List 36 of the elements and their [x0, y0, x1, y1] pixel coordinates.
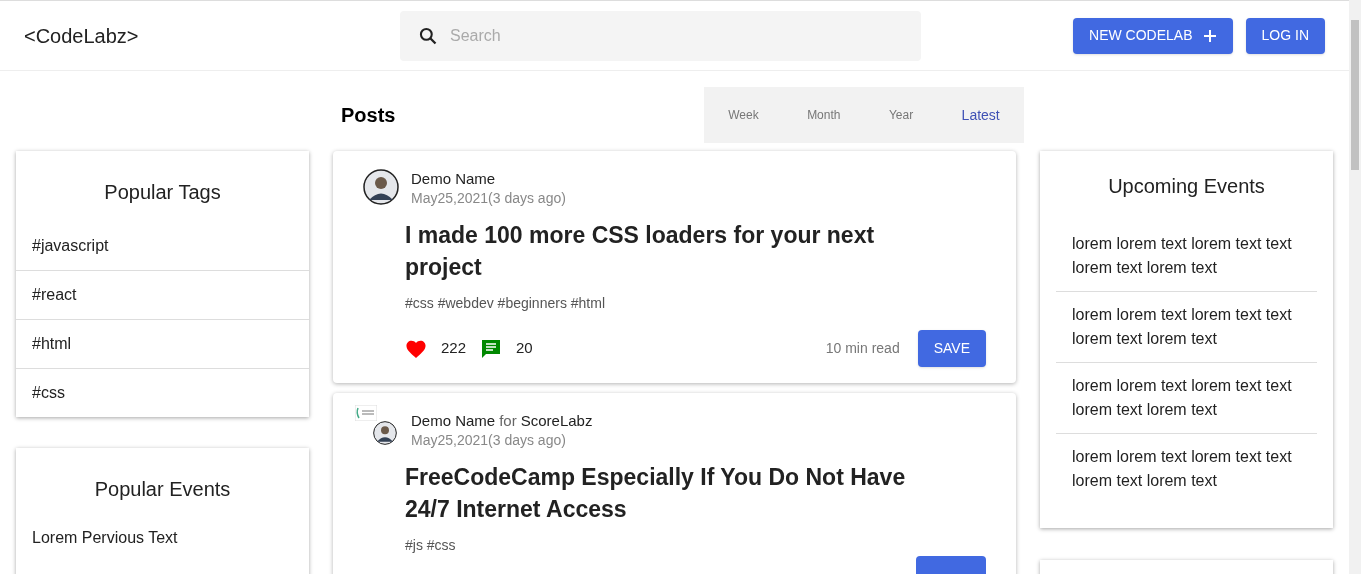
search-input[interactable]: Search	[450, 23, 903, 48]
filter-tab[interactable]: Month	[807, 106, 841, 124]
post-tags: #css #webdev #beginners #html	[405, 293, 986, 314]
search-field[interactable]: Search	[400, 10, 921, 61]
save-button[interactable]: SAVE	[917, 330, 986, 367]
new-codelab-button[interactable]: NEW CODELAB	[1073, 17, 1233, 54]
tag-item[interactable]: #javascript	[16, 221, 309, 270]
filter-tab[interactable]: Year	[888, 106, 914, 124]
post-tags: #js #css	[405, 535, 986, 556]
author-name[interactable]: Demo Name	[411, 411, 496, 431]
tag-item[interactable]: #html	[16, 319, 309, 368]
author-name[interactable]: Demo Name	[411, 169, 496, 189]
comment-count: 20	[516, 338, 533, 359]
event-item[interactable]: lorem lorem text lorem text text lorem text lorem text	[1056, 291, 1317, 362]
org-prefix: for	[499, 411, 517, 431]
org-name[interactable]: ScoreLabz	[520, 411, 593, 431]
card-title: Popular Tags	[103, 180, 222, 205]
post-title[interactable]: FreeCodeCamp Especially If You Do Not Have 24/7 Internet Access	[405, 461, 945, 525]
post-date: May25,2021(3 days ago)	[411, 189, 566, 207]
tag-item[interactable]: #react	[16, 270, 309, 319]
card-title: Upcoming Events	[1107, 174, 1266, 199]
logo[interactable]: <CodeLabz>	[24, 20, 400, 51]
event-item[interactable]: Lorem Pervious Text	[16, 526, 309, 550]
event-item[interactable]: lorem lorem text lorem text text lorem text lorem text	[1056, 362, 1317, 433]
event-item[interactable]: lorem lorem text lorem text text lorem text lorem text	[1056, 433, 1317, 504]
card-title: Popular Events	[93, 477, 232, 502]
post-date: May25,2021(3 days ago)	[411, 431, 567, 449]
login-button[interactable]: LOG IN	[1245, 17, 1325, 54]
like-count: 222	[441, 338, 467, 359]
event-item[interactable]: lorem lorem text lorem text text lorem text lorem text	[1056, 221, 1317, 291]
tag-item[interactable]: #css	[16, 368, 309, 417]
filter-tab[interactable]: Week	[728, 106, 759, 124]
read-time: 10 min read	[825, 339, 900, 358]
filter-tab[interactable]: Latest	[961, 104, 1000, 126]
post-title[interactable]: I made 100 more CSS loaders for your next project	[405, 219, 945, 283]
posts-title: Posts	[341, 103, 396, 128]
